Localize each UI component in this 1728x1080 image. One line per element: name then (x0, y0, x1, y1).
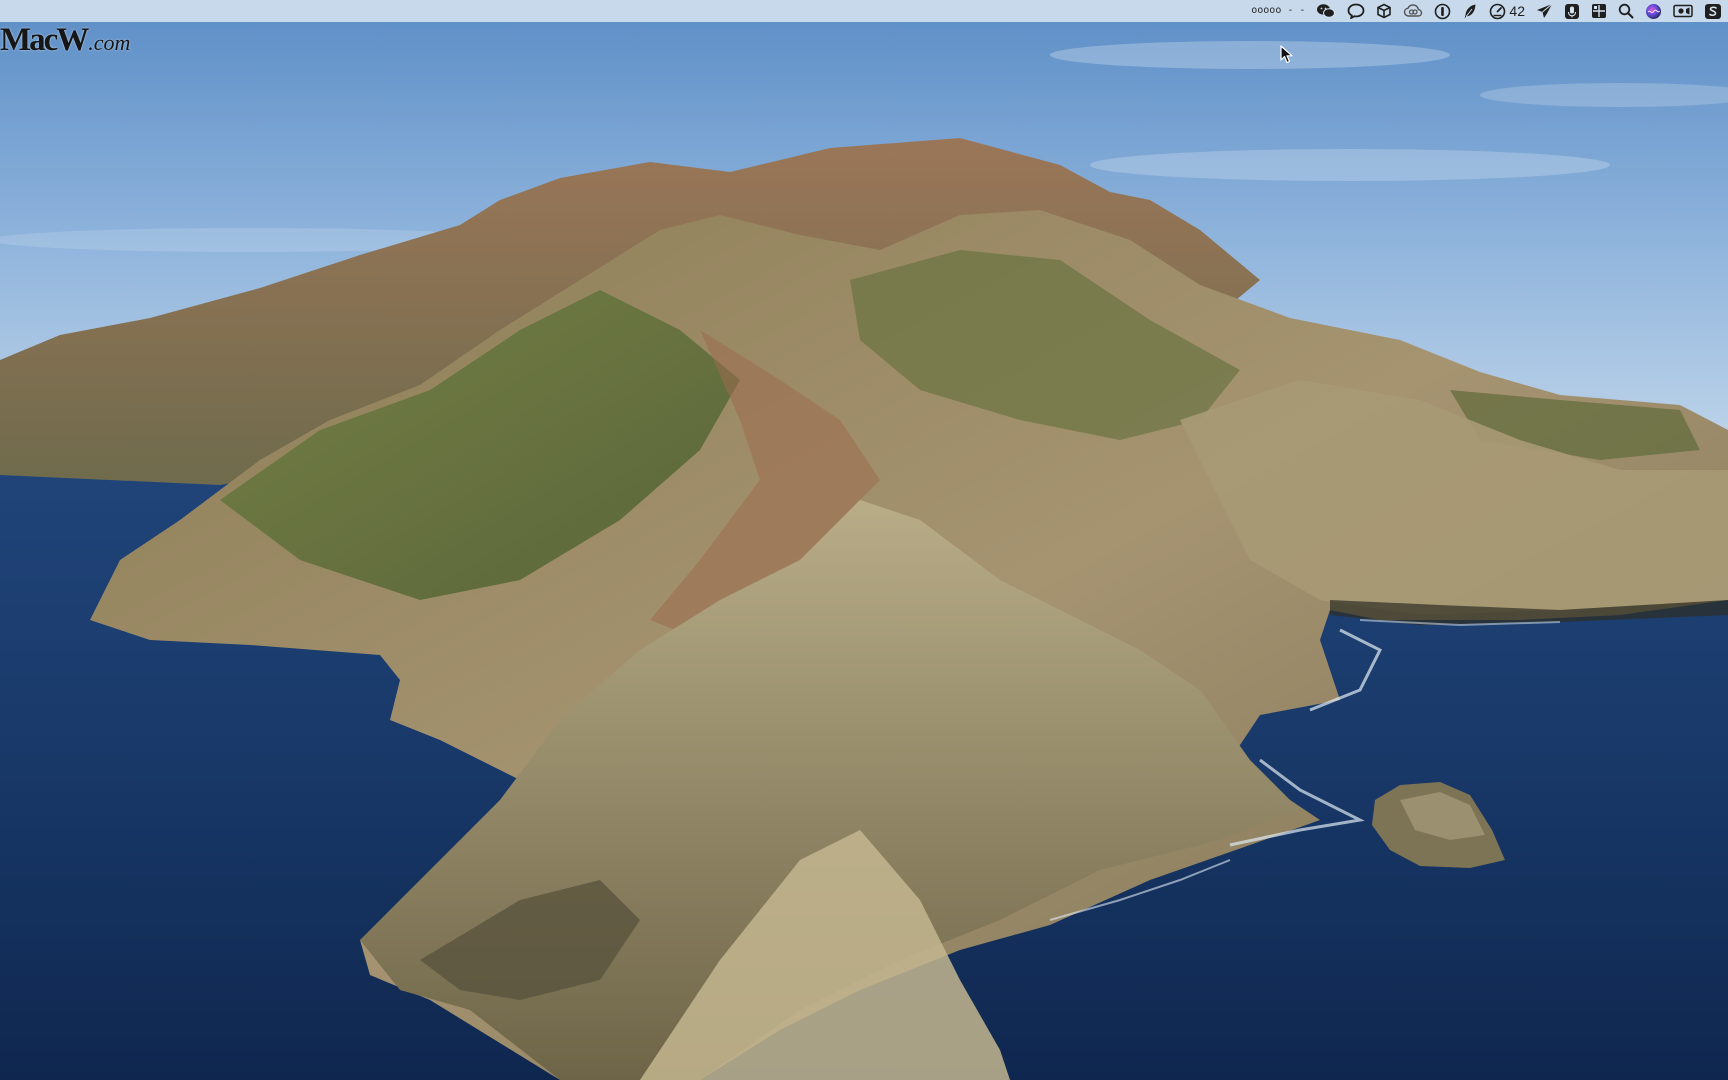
wallpaper-image (0, 0, 1728, 1080)
menu-bar: ooooo - - 42 (0, 0, 1728, 22)
status-dots-indicator[interactable]: ooooo - - (1251, 0, 1305, 22)
feather-icon[interactable] (1462, 0, 1478, 22)
onepassword-icon[interactable] (1434, 0, 1451, 22)
box-icon[interactable] (1376, 0, 1392, 22)
wechat-icon[interactable] (1316, 0, 1336, 22)
gauge-value: 42 (1509, 3, 1525, 19)
gauge-status[interactable]: 42 (1489, 0, 1525, 22)
chat-bubble-icon[interactable] (1347, 0, 1365, 22)
screen-record-icon[interactable] (1673, 0, 1693, 22)
watermark-main-text: MacW (0, 22, 89, 58)
desktop[interactable]: ooooo - - 42 MacW .com (0, 0, 1728, 1080)
search-icon[interactable] (1618, 0, 1634, 22)
microphone-icon[interactable] (1564, 0, 1580, 22)
paper-plane-icon[interactable] (1536, 0, 1553, 22)
siri-icon[interactable] (1645, 0, 1662, 22)
menu-bar-status-area: ooooo - - 42 (1251, 0, 1722, 22)
watermark-suffix-text: .com (88, 30, 131, 55)
mouse-cursor-icon (1280, 45, 1293, 64)
creative-cloud-icon[interactable] (1403, 0, 1423, 22)
grid-icon[interactable] (1591, 0, 1607, 22)
gauge-icon (1490, 3, 1506, 19)
app-s-icon[interactable] (1704, 0, 1722, 22)
watermark-logo: MacW .com (0, 22, 130, 66)
